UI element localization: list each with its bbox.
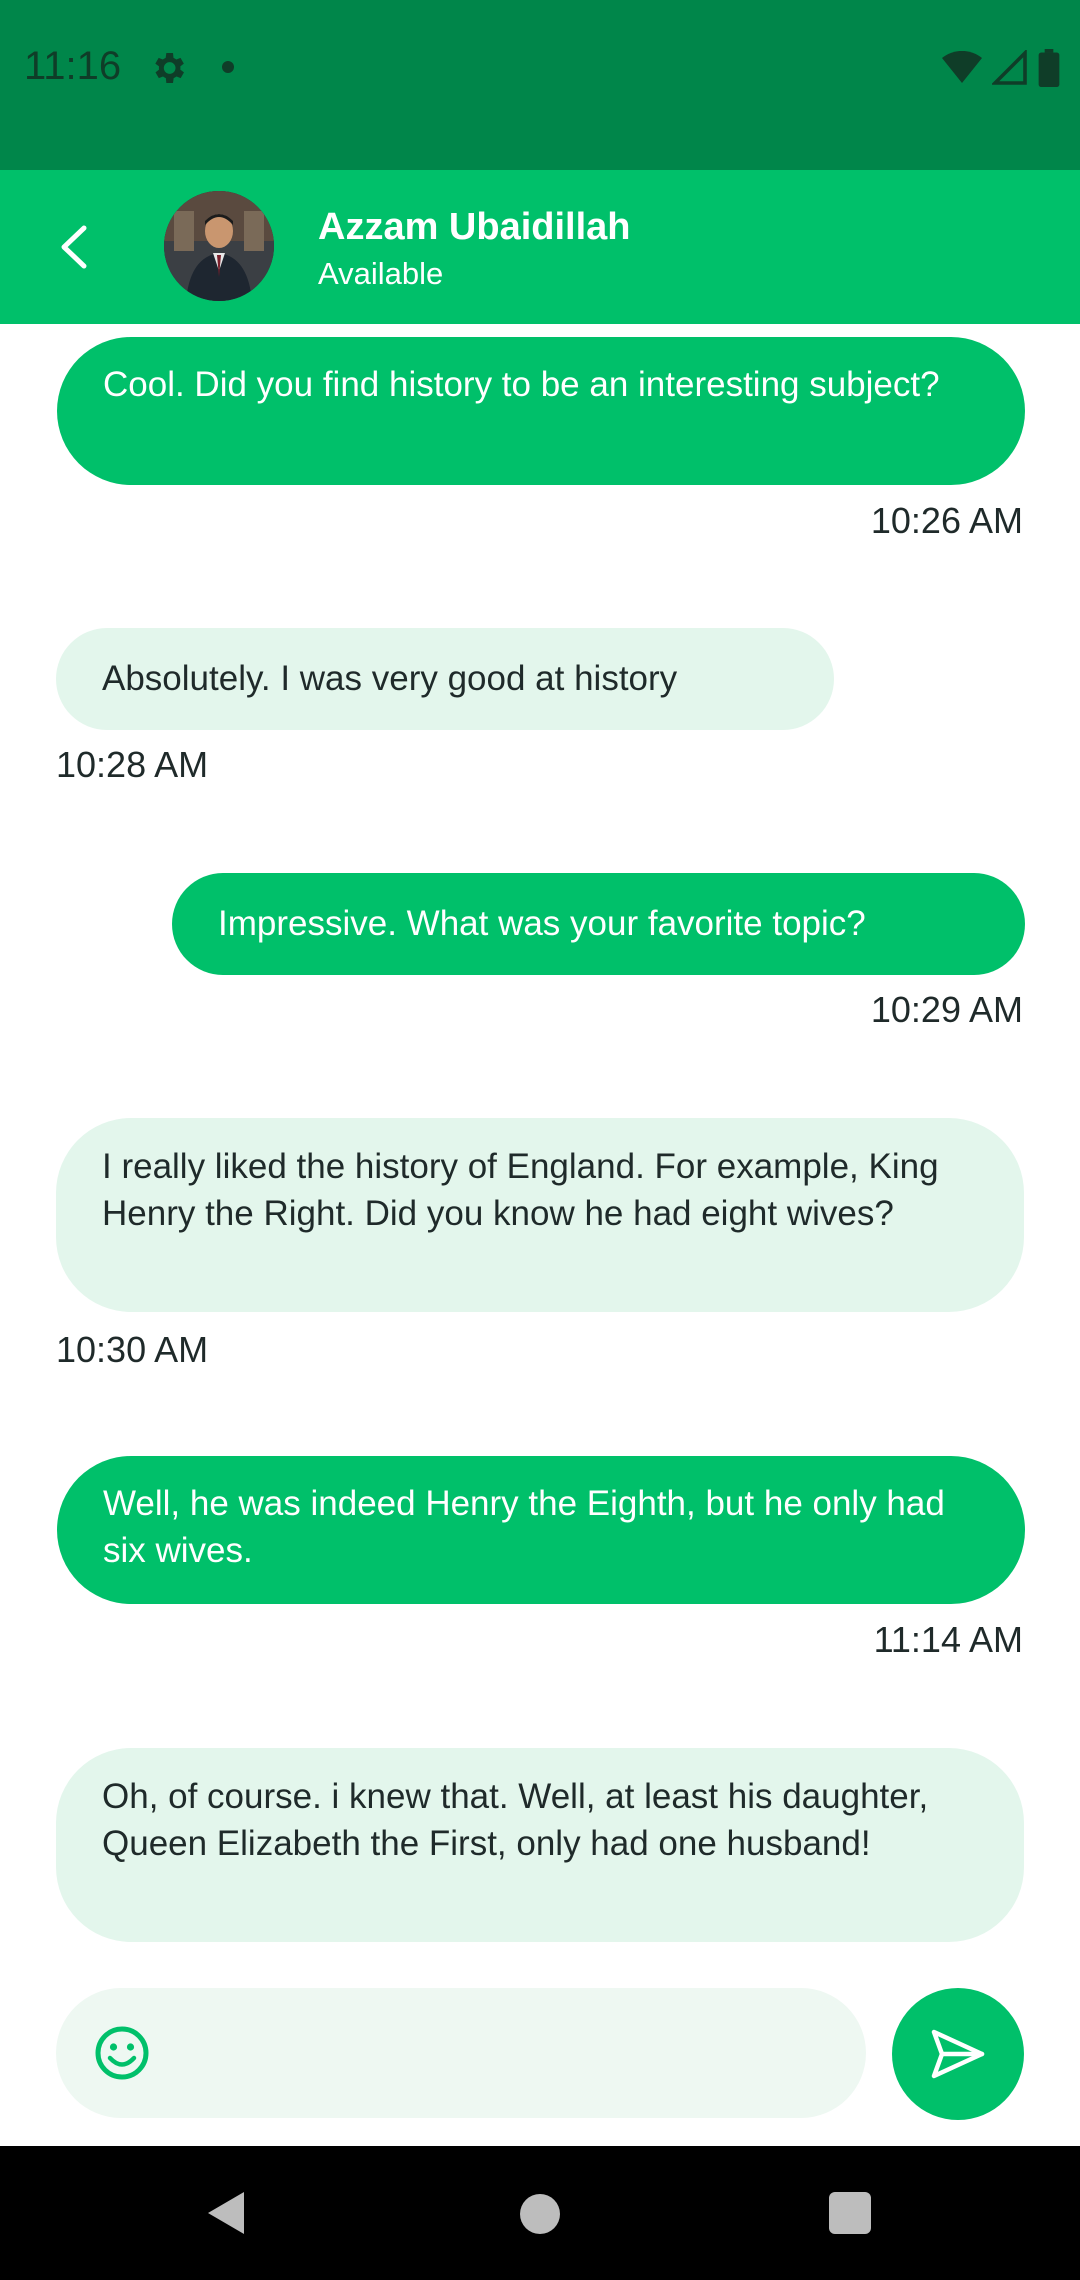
message-bubble-outgoing[interactable]: Impressive. What was your favorite topic… [172,873,1025,975]
message-time: 10:29 AM [870,989,1023,1030]
message-composer [56,1988,866,2118]
message-text: I really liked the history of England. F… [102,1147,939,1233]
nav-back-icon[interactable] [204,2190,248,2236]
back-button[interactable] [40,210,114,284]
wifi-icon [942,51,982,83]
signal-icon [992,50,1027,85]
nav-recents-icon[interactable] [829,2192,871,2234]
message-bubble-incoming[interactable]: Oh, of course. i knew that. Well, at lea… [56,1748,1024,1942]
nav-home-icon[interactable] [520,2194,560,2234]
message-text: Cool. Did you find history to be an inte… [103,365,940,404]
message-text: Oh, of course. i knew that. Well, at lea… [102,1777,929,1863]
status-time: 11:16 [24,44,122,88]
status-bar: 11:16 [0,0,1080,170]
send-button[interactable] [892,1988,1024,2120]
message-text: Well, he was indeed Henry the Eighth, bu… [103,1484,945,1570]
chat-header: Azzam Ubaidillah Available [0,170,1080,324]
message-bubble-outgoing[interactable]: Well, he was indeed Henry the Eighth, bu… [57,1456,1025,1604]
message-bubble-incoming[interactable]: I really liked the history of England. F… [56,1118,1024,1312]
notification-dot-icon [222,61,234,73]
message-list[interactable]: Cool. Did you find history to be an inte… [0,324,1080,1974]
message-bubble-outgoing[interactable]: Cool. Did you find history to be an inte… [57,337,1025,485]
message-time: 11:14 AM [873,1619,1023,1660]
status-icons [942,48,1060,88]
message-text: Absolutely. I was very good at history [102,659,678,698]
chevron-left-icon [61,225,87,269]
message-time: 10:28 AM [56,744,209,785]
message-input[interactable] [176,2018,840,2090]
message-time: 10:26 AM [870,500,1023,541]
battery-icon [1038,49,1060,87]
emoji-button[interactable] [92,2023,152,2083]
message-time: 10:30 AM [56,1329,209,1370]
emoji-icon [95,2026,149,2080]
contact-status: Available [318,256,444,291]
send-icon [931,2029,985,2079]
contact-name: Azzam Ubaidillah [318,206,631,248]
system-nav-bar [0,2146,1080,2280]
avatar-photo [164,191,274,301]
avatar[interactable] [164,191,274,301]
settings-icon [155,53,184,83]
message-text: Impressive. What was your favorite topic… [218,904,866,943]
message-bubble-incoming[interactable]: Absolutely. I was very good at history [56,628,834,730]
